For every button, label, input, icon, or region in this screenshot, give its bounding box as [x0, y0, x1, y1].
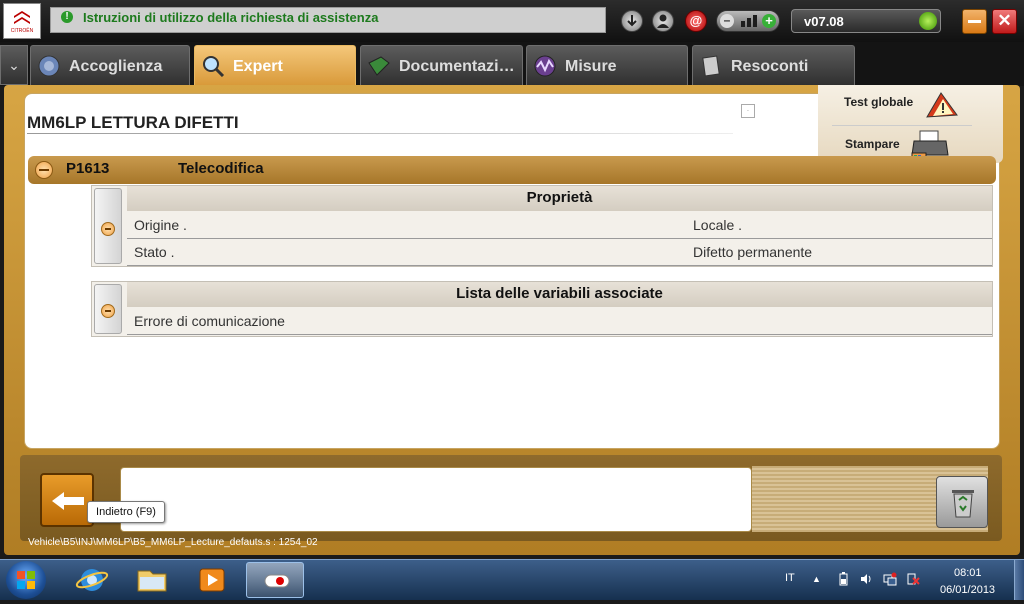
tab-label: Resoconti [731, 58, 809, 75]
page-title: MM6LP LETTURA DIFETTI [27, 113, 239, 132]
version-text: v07.08 [804, 14, 844, 29]
tab-label: Documentazi… [399, 58, 515, 75]
volume-icon[interactable] [859, 572, 873, 586]
tab-misure[interactable]: Misure [526, 45, 688, 85]
property-name: Stato . [134, 244, 175, 260]
tab-documentazione[interactable]: Documentazi… [360, 45, 523, 85]
battery-icon[interactable] [836, 572, 850, 586]
email-icon[interactable]: @ [685, 10, 707, 32]
trash-icon [952, 490, 974, 518]
info-icon: ! [61, 11, 73, 23]
taskbar-media-player[interactable] [184, 562, 240, 598]
variable-row: Errore di comunicazione [127, 308, 992, 335]
global-test-label[interactable]: Test globale [844, 95, 913, 109]
side-actions-panel: Test globale Stampare [818, 85, 1003, 163]
download-icon[interactable] [621, 10, 643, 32]
back-button[interactable] [40, 473, 94, 527]
user-icon[interactable] [652, 10, 674, 32]
fault-description: Telecodifica [178, 160, 264, 177]
show-hidden-icons-icon[interactable]: ▲ [812, 574, 821, 584]
properties-header: Proprietà [127, 186, 992, 211]
properties-section: Proprietà Origine . Locale . Stato . Dif… [91, 185, 993, 267]
property-row: Stato . Difetto permanente [127, 239, 992, 266]
tab-accoglienza[interactable]: Accoglienza [30, 45, 190, 85]
minimize-button[interactable] [962, 9, 987, 34]
fault-row[interactable]: P1613 Telecodifica [28, 156, 996, 184]
signal-bars-icon [741, 15, 757, 27]
expand-box[interactable]: · [741, 104, 755, 118]
windows-logo-icon [17, 571, 35, 589]
clock-time[interactable]: 08:01 [954, 567, 982, 579]
close-button[interactable]: ✕ [992, 9, 1017, 34]
taskbar-diagbox[interactable] [246, 562, 304, 598]
back-tooltip: Indietro (F9) [87, 501, 165, 523]
welcome-icon [38, 55, 60, 77]
main-tab-bar: ⌄ Accoglienza Expert Documentazi… Misure… [0, 42, 1024, 86]
delete-button[interactable] [936, 476, 988, 528]
network-icon[interactable] [883, 572, 897, 586]
increase-icon[interactable]: + [762, 14, 776, 28]
signal-level-control[interactable]: – + [716, 10, 780, 32]
tab-label: Misure [565, 58, 617, 75]
collapse-icon [101, 222, 115, 236]
menu-toggle-button[interactable]: ⌄ [0, 45, 28, 85]
citroen-logo: CITROËN [3, 3, 41, 39]
decrease-icon[interactable]: – [720, 14, 734, 28]
assistance-instructions-text: Istruzioni di utilizzo della richiesta d… [83, 10, 379, 25]
tab-expert[interactable]: Expert [194, 45, 356, 85]
variable-name: Errore di comunicazione [134, 313, 285, 329]
title-divider [27, 133, 733, 134]
folder-icon [137, 570, 167, 592]
book-icon [368, 56, 390, 76]
chevron-logo-icon [14, 11, 30, 24]
properties-collapse-button[interactable] [94, 188, 122, 264]
action-center-icon[interactable] [906, 572, 920, 586]
variables-header: Lista delle variabili associate [127, 282, 992, 307]
version-indicator: v07.08 [791, 9, 941, 33]
tab-label: Accoglienza [69, 58, 163, 75]
property-value: Difetto permanente [693, 244, 813, 260]
warning-icon[interactable] [923, 89, 959, 119]
diagnostic-app-icon [264, 574, 290, 588]
clock-date[interactable]: 06/01/2013 [940, 584, 995, 596]
report-icon [702, 55, 720, 77]
start-button[interactable] [6, 561, 46, 599]
property-value: Locale . [693, 217, 743, 233]
taskbar-internet-explorer[interactable] [64, 562, 120, 598]
internet-explorer-icon [75, 569, 109, 591]
language-indicator[interactable]: IT [785, 572, 795, 584]
print-label[interactable]: Stampare [845, 137, 900, 151]
collapse-icon[interactable] [35, 161, 53, 179]
variables-section: Lista delle variabili associate Errore d… [91, 281, 993, 337]
tab-label: Expert [233, 58, 283, 75]
magnifier-icon [203, 56, 225, 77]
assistance-instructions-bar[interactable]: ! Istruzioni di utilizzo della richiesta… [50, 7, 606, 33]
tab-resoconti[interactable]: Resoconti [692, 45, 855, 85]
property-row: Origine . Locale . [127, 212, 992, 239]
variables-collapse-button[interactable] [94, 284, 122, 334]
script-path: Vehicle\B5\INJ\MM6LP\B5_MM6LP_Lecture_de… [28, 537, 318, 548]
logo-text: CITROËN [10, 28, 34, 34]
arrow-left-icon [52, 492, 84, 510]
fault-code: P1613 [66, 160, 110, 177]
show-desktop-button[interactable] [1014, 560, 1024, 600]
taskbar-file-explorer[interactable] [124, 562, 180, 598]
message-box [120, 467, 752, 532]
media-player-icon [199, 568, 225, 592]
collapse-icon [101, 304, 115, 318]
property-name: Origine . [134, 217, 187, 233]
status-ok-icon [919, 12, 937, 30]
oscilloscope-icon [534, 55, 556, 77]
